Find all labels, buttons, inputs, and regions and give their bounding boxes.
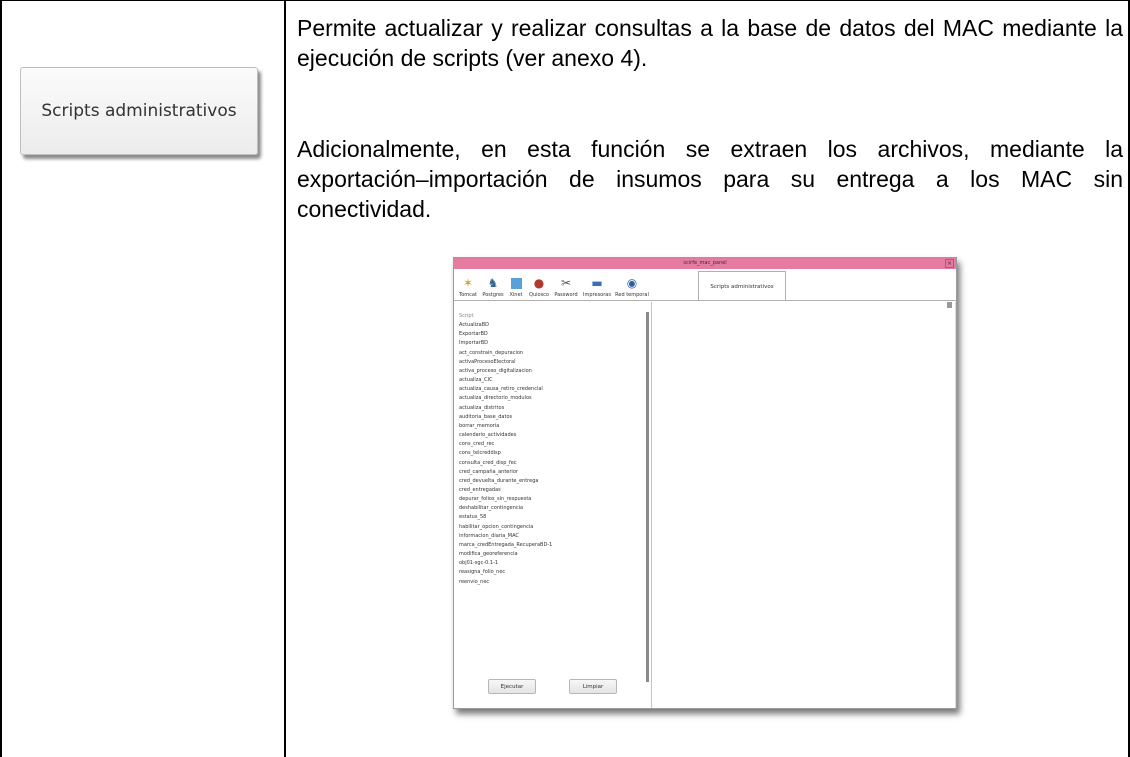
ejecutar-button[interactable]: Ejecutar (488, 679, 536, 694)
list-item[interactable]: borrar_memoria (459, 422, 649, 431)
list-item[interactable]: ActualizaBD (459, 321, 649, 330)
list-item[interactable]: ImportarBD (459, 339, 649, 348)
list-item[interactable]: cred_campaña_anterior (459, 468, 649, 477)
close-icon[interactable]: × (945, 259, 954, 268)
tab-postgres[interactable]: ♞ Postgres (481, 271, 505, 301)
window-title: scirfe_mac_panel (683, 260, 727, 266)
tab-password[interactable]: ✂ Password (552, 271, 580, 301)
list-item[interactable]: consulta_cred_disp_fec (459, 459, 649, 468)
tomcat-icon: ✶ (462, 276, 474, 290)
embedded-window-screenshot: scirfe_mac_panel × ✶ Tomcat ♞ Postgres X… (453, 257, 957, 709)
tab-underline (454, 300, 956, 301)
window-titlebar: scirfe_mac_panel × (454, 258, 956, 269)
scripts-administrativos-button[interactable]: Scripts administrativos (20, 67, 258, 155)
limpiar-button[interactable]: Limpiar (569, 679, 617, 694)
list-item[interactable]: cons_cred_rec (459, 440, 649, 449)
network-icon: ◉ (626, 276, 638, 290)
panel-scroll-handle[interactable] (947, 302, 952, 308)
postgres-icon: ♞ (487, 276, 499, 290)
document-table: Scripts administrativos Permite actualiz… (0, 0, 1130, 757)
list-item[interactable]: actualiza_causa_retiro_credencial (459, 385, 649, 394)
list-item[interactable]: act_constrain_depuracion (459, 349, 649, 358)
list-item[interactable]: modifica_georeferencia (459, 550, 649, 559)
tab-xinet[interactable]: Xinet (506, 271, 526, 301)
list-item[interactable]: activa_proceso_digitalizacion (459, 367, 649, 376)
printer-icon: ▬ (591, 276, 603, 290)
table-top-border (0, 0, 1130, 1)
script-list: Script ActualizaBD ExportarBD ImportarBD ac… (459, 312, 649, 587)
output-pane-border (955, 302, 956, 708)
description-paragraph-2: Adicionalmente, en esta función se extra… (297, 136, 1123, 222)
list-item[interactable]: obj01-sgc-0.1-1 (459, 559, 649, 568)
list-item[interactable]: actualiza_distritos (459, 404, 649, 413)
list-item[interactable]: activaProcesoElectoral (459, 358, 649, 367)
script-list-header: Script (459, 313, 474, 319)
list-item[interactable]: estatus_58 (459, 513, 649, 522)
list-item[interactable]: actualiza_directorio_modulos (459, 394, 649, 403)
password-icon: ✂ (560, 276, 572, 290)
pane-divider[interactable] (651, 302, 652, 708)
tab-quiosco[interactable]: ● Quiosco (527, 271, 551, 301)
list-item[interactable]: marca_credEntregada_RecuperaBD-1 (459, 541, 649, 550)
list-item[interactable]: cred_entregadas (459, 486, 649, 495)
tab-bar: ✶ Tomcat ♞ Postgres Xinet ● Quiosco ✂ Pa… (456, 271, 651, 301)
tab-tomcat[interactable]: ✶ Tomcat (456, 271, 480, 301)
list-item[interactable]: informacion_diaria_MAC (459, 532, 649, 541)
list-item[interactable]: reenvio_nec (459, 578, 649, 587)
table-column-divider (284, 0, 286, 757)
list-item[interactable]: cred_devuelta_durante_entrega (459, 477, 649, 486)
list-item[interactable]: habilitar_opcion_contingencia (459, 523, 649, 532)
tab-impresoras[interactable]: ▬ Impresoras (581, 271, 613, 301)
list-item[interactable]: actualiza_CIC (459, 376, 649, 385)
list-item[interactable]: deshabilitar_contingencia (459, 504, 649, 513)
list-item[interactable]: ExportarBD (459, 330, 649, 339)
quiosco-icon: ● (533, 276, 545, 290)
table-left-border (0, 0, 2, 757)
list-item[interactable]: calendario_actividades (459, 431, 649, 440)
list-item[interactable]: reasigna_folio_nec (459, 568, 649, 577)
description-paragraph-1: Permite actualizar y realizar consultas … (297, 15, 1123, 71)
list-item[interactable]: depurar_folios_sin_respuesta (459, 495, 649, 504)
list-item[interactable]: cons_telcreddisp (459, 449, 649, 458)
list-item[interactable]: auditoria_base_datos (459, 413, 649, 422)
script-list-scrollbar[interactable] (646, 312, 649, 682)
tab-red-temporal[interactable]: ◉ Red temporal (614, 271, 650, 301)
xinet-icon (510, 278, 522, 289)
tab-scripts-administrativos[interactable]: Scripts administrativos (698, 271, 786, 301)
